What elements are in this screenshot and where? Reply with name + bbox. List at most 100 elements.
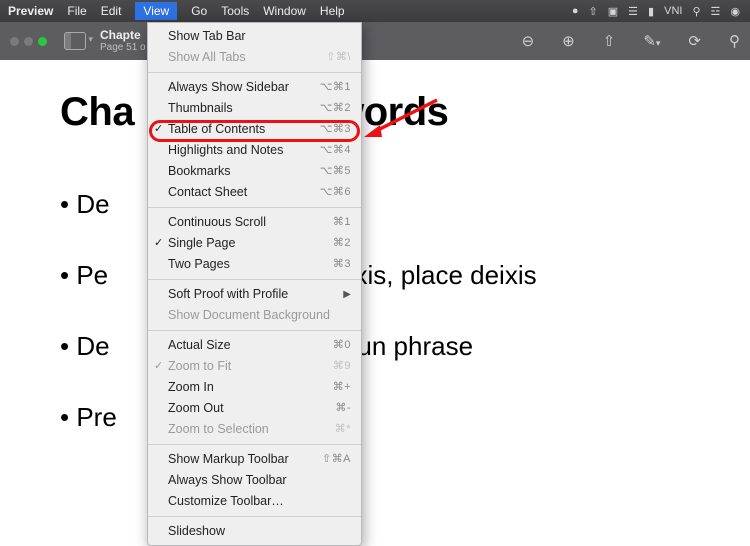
- menu-go[interactable]: Go: [191, 4, 207, 18]
- checkmark-icon: ✓: [154, 358, 163, 375]
- menu-shortcut: ⌥⌘6: [320, 184, 351, 201]
- menu-item-label: Customize Toolbar…: [168, 493, 284, 510]
- submenu-arrow-icon: ▶: [343, 286, 351, 303]
- menu-item-zoom-out[interactable]: Zoom Out⌘-: [148, 398, 361, 419]
- menu-shortcut: ⌘1: [333, 214, 351, 231]
- menu-item-soft-proof-with-profile[interactable]: Soft Proof with Profile ▶: [148, 284, 361, 305]
- menu-item-label: Single Page: [168, 235, 235, 252]
- menu-shortcut: ⌘9: [333, 358, 351, 375]
- menu-shortcut: ⌘0: [333, 337, 351, 354]
- menu-item-show-all-tabs: Show All Tabs⇧⌘\: [148, 47, 361, 68]
- menu-item-label: Continuous Scroll: [168, 214, 266, 231]
- status-line-icon: ●: [572, 5, 579, 17]
- menu-shortcut: ⌥⌘3: [320, 121, 351, 138]
- menu-separator: [148, 330, 361, 331]
- close-dot[interactable]: [10, 37, 19, 46]
- menu-item-highlights-and-notes[interactable]: Highlights and Notes ⌥⌘4: [148, 140, 361, 161]
- status-cc-icon: ☰: [628, 5, 638, 18]
- app-name: Preview: [8, 4, 53, 18]
- menu-item-label: Thumbnails: [168, 100, 233, 117]
- menu-item-label: Zoom to Selection: [168, 421, 269, 438]
- menu-shortcut: ⌘*: [335, 421, 351, 438]
- menu-item-table-of-contents[interactable]: ✓ Table of Contents ⌥⌘3: [148, 119, 361, 140]
- menu-item-show-document-background: Show Document Background: [148, 305, 361, 326]
- menu-item-show-markup-toolbar[interactable]: Show Markup Toolbar ⇧⌘A: [148, 449, 361, 470]
- window-subtitle: Page 51 o: [100, 42, 146, 53]
- menu-item-label: Slideshow: [168, 523, 225, 540]
- menu-item-label: Zoom Out: [168, 400, 224, 417]
- menu-item-always-show-sidebar[interactable]: Always Show Sidebar ⌥⌘1: [148, 77, 361, 98]
- status-share-icon: ⇧: [589, 5, 598, 18]
- rotate-icon[interactable]: ⟳: [688, 32, 701, 50]
- menu-separator: [148, 207, 361, 208]
- menu-item-label: Soft Proof with Profile: [168, 286, 288, 303]
- menu-shortcut: ⌘+: [333, 379, 351, 396]
- menu-window[interactable]: Window: [263, 4, 306, 18]
- menu-item-zoom-in[interactable]: Zoom In ⌘+: [148, 377, 361, 398]
- menu-item-label: Actual Size: [168, 337, 231, 354]
- menu-shortcut: ⌥⌘4: [320, 142, 351, 159]
- menu-item-label: Always Show Toolbar: [168, 472, 287, 489]
- menu-item-actual-size[interactable]: Actual Size ⌘0: [148, 335, 361, 356]
- status-battery-icon: ▮: [648, 5, 654, 18]
- traffic-lights[interactable]: [10, 37, 52, 46]
- menu-separator: [148, 279, 361, 280]
- view-menu-dropdown[interactable]: Show Tab Bar Show All Tabs⇧⌘\ Always Show …: [147, 22, 362, 546]
- checkmark-icon: ✓: [154, 121, 163, 138]
- status-search-icon: ⚲: [692, 5, 700, 18]
- menu-view[interactable]: View: [135, 2, 177, 20]
- menu-item-customize-toolbar[interactable]: Customize Toolbar…: [148, 491, 361, 512]
- status-siri-icon: ◉: [730, 5, 740, 18]
- window-toolbar: Chapte Page 51 o ⊖ ⊕ ⇧ ✎▾ ⟳ ⚲: [0, 22, 750, 60]
- minimize-dot[interactable]: [24, 37, 33, 46]
- menu-item-label: Highlights and Notes: [168, 142, 283, 159]
- window-title-block: Chapte Page 51 o: [100, 29, 146, 53]
- status-square-icon: ▣: [608, 5, 618, 18]
- menu-item-always-show-toolbar[interactable]: Always Show Toolbar: [148, 470, 361, 491]
- menu-item-label: Show Tab Bar: [168, 28, 246, 45]
- zoom-out-icon[interactable]: ⊖: [522, 32, 535, 50]
- status-control-center-icon: ☲: [711, 5, 721, 18]
- menu-item-slideshow[interactable]: Slideshow: [148, 521, 361, 542]
- window-title: Chapte: [100, 29, 146, 42]
- sidebar-toggle-icon[interactable]: [64, 32, 86, 50]
- menu-item-zoom-to-fit: ✓Zoom to Fit⌘9: [148, 356, 361, 377]
- menu-separator: [148, 516, 361, 517]
- menu-separator: [148, 444, 361, 445]
- menu-shortcut: ⌥⌘1: [320, 79, 351, 96]
- menu-item-label: Two Pages: [168, 256, 230, 273]
- menu-item-single-page[interactable]: ✓ Single Page ⌘2: [148, 233, 361, 254]
- menu-item-label: Always Show Sidebar: [168, 79, 289, 96]
- search-icon[interactable]: ⚲: [729, 32, 740, 50]
- menu-tools[interactable]: Tools: [221, 4, 249, 18]
- zoom-in-icon[interactable]: ⊕: [562, 32, 575, 50]
- menu-item-label: Contact Sheet: [168, 184, 247, 201]
- menu-shortcut: ⇧⌘A: [322, 451, 351, 468]
- menu-item-contact-sheet[interactable]: Contact Sheet ⌥⌘6: [148, 182, 361, 203]
- share-icon[interactable]: ⇧: [603, 32, 616, 50]
- menu-item-thumbnails[interactable]: Thumbnails ⌥⌘2: [148, 98, 361, 119]
- document-page: Chapter 3 Key words De Pee deixis, place…: [0, 60, 750, 503]
- menu-item-label: Zoom In: [168, 379, 214, 396]
- menu-item-zoom-to-selection: Zoom to Selection ⌘*: [148, 419, 361, 440]
- menu-shortcut: ⌘2: [333, 235, 351, 252]
- mac-menubar[interactable]: Preview File Edit View Go Tools Window H…: [0, 0, 750, 22]
- menu-item-label: Table of Contents: [168, 121, 265, 138]
- menu-item-label: Show Markup Toolbar: [168, 451, 289, 468]
- menu-edit[interactable]: Edit: [101, 4, 122, 18]
- menubar-status: ● ⇧ ▣ ☰ ▮ VNI ⚲ ☲ ◉: [572, 5, 750, 18]
- menu-file[interactable]: File: [67, 4, 86, 18]
- status-input-source: VNI: [664, 5, 682, 17]
- menu-item-label: Bookmarks: [168, 163, 231, 180]
- checkmark-icon: ✓: [154, 235, 163, 252]
- menu-item-continuous-scroll[interactable]: Continuous Scroll ⌘1: [148, 212, 361, 233]
- menu-item-two-pages[interactable]: Two Pages⌘3: [148, 254, 361, 275]
- menu-item-show-tab-bar[interactable]: Show Tab Bar: [148, 26, 361, 47]
- markup-icon[interactable]: ✎▾: [643, 32, 660, 50]
- menu-help[interactable]: Help: [320, 4, 345, 18]
- menu-item-bookmarks[interactable]: Bookmarks ⌥⌘5: [148, 161, 361, 182]
- zoom-dot[interactable]: [38, 37, 47, 46]
- menu-shortcut: ⌥⌘5: [320, 163, 351, 180]
- menu-shortcut: ⌥⌘2: [320, 100, 351, 117]
- menu-separator: [148, 72, 361, 73]
